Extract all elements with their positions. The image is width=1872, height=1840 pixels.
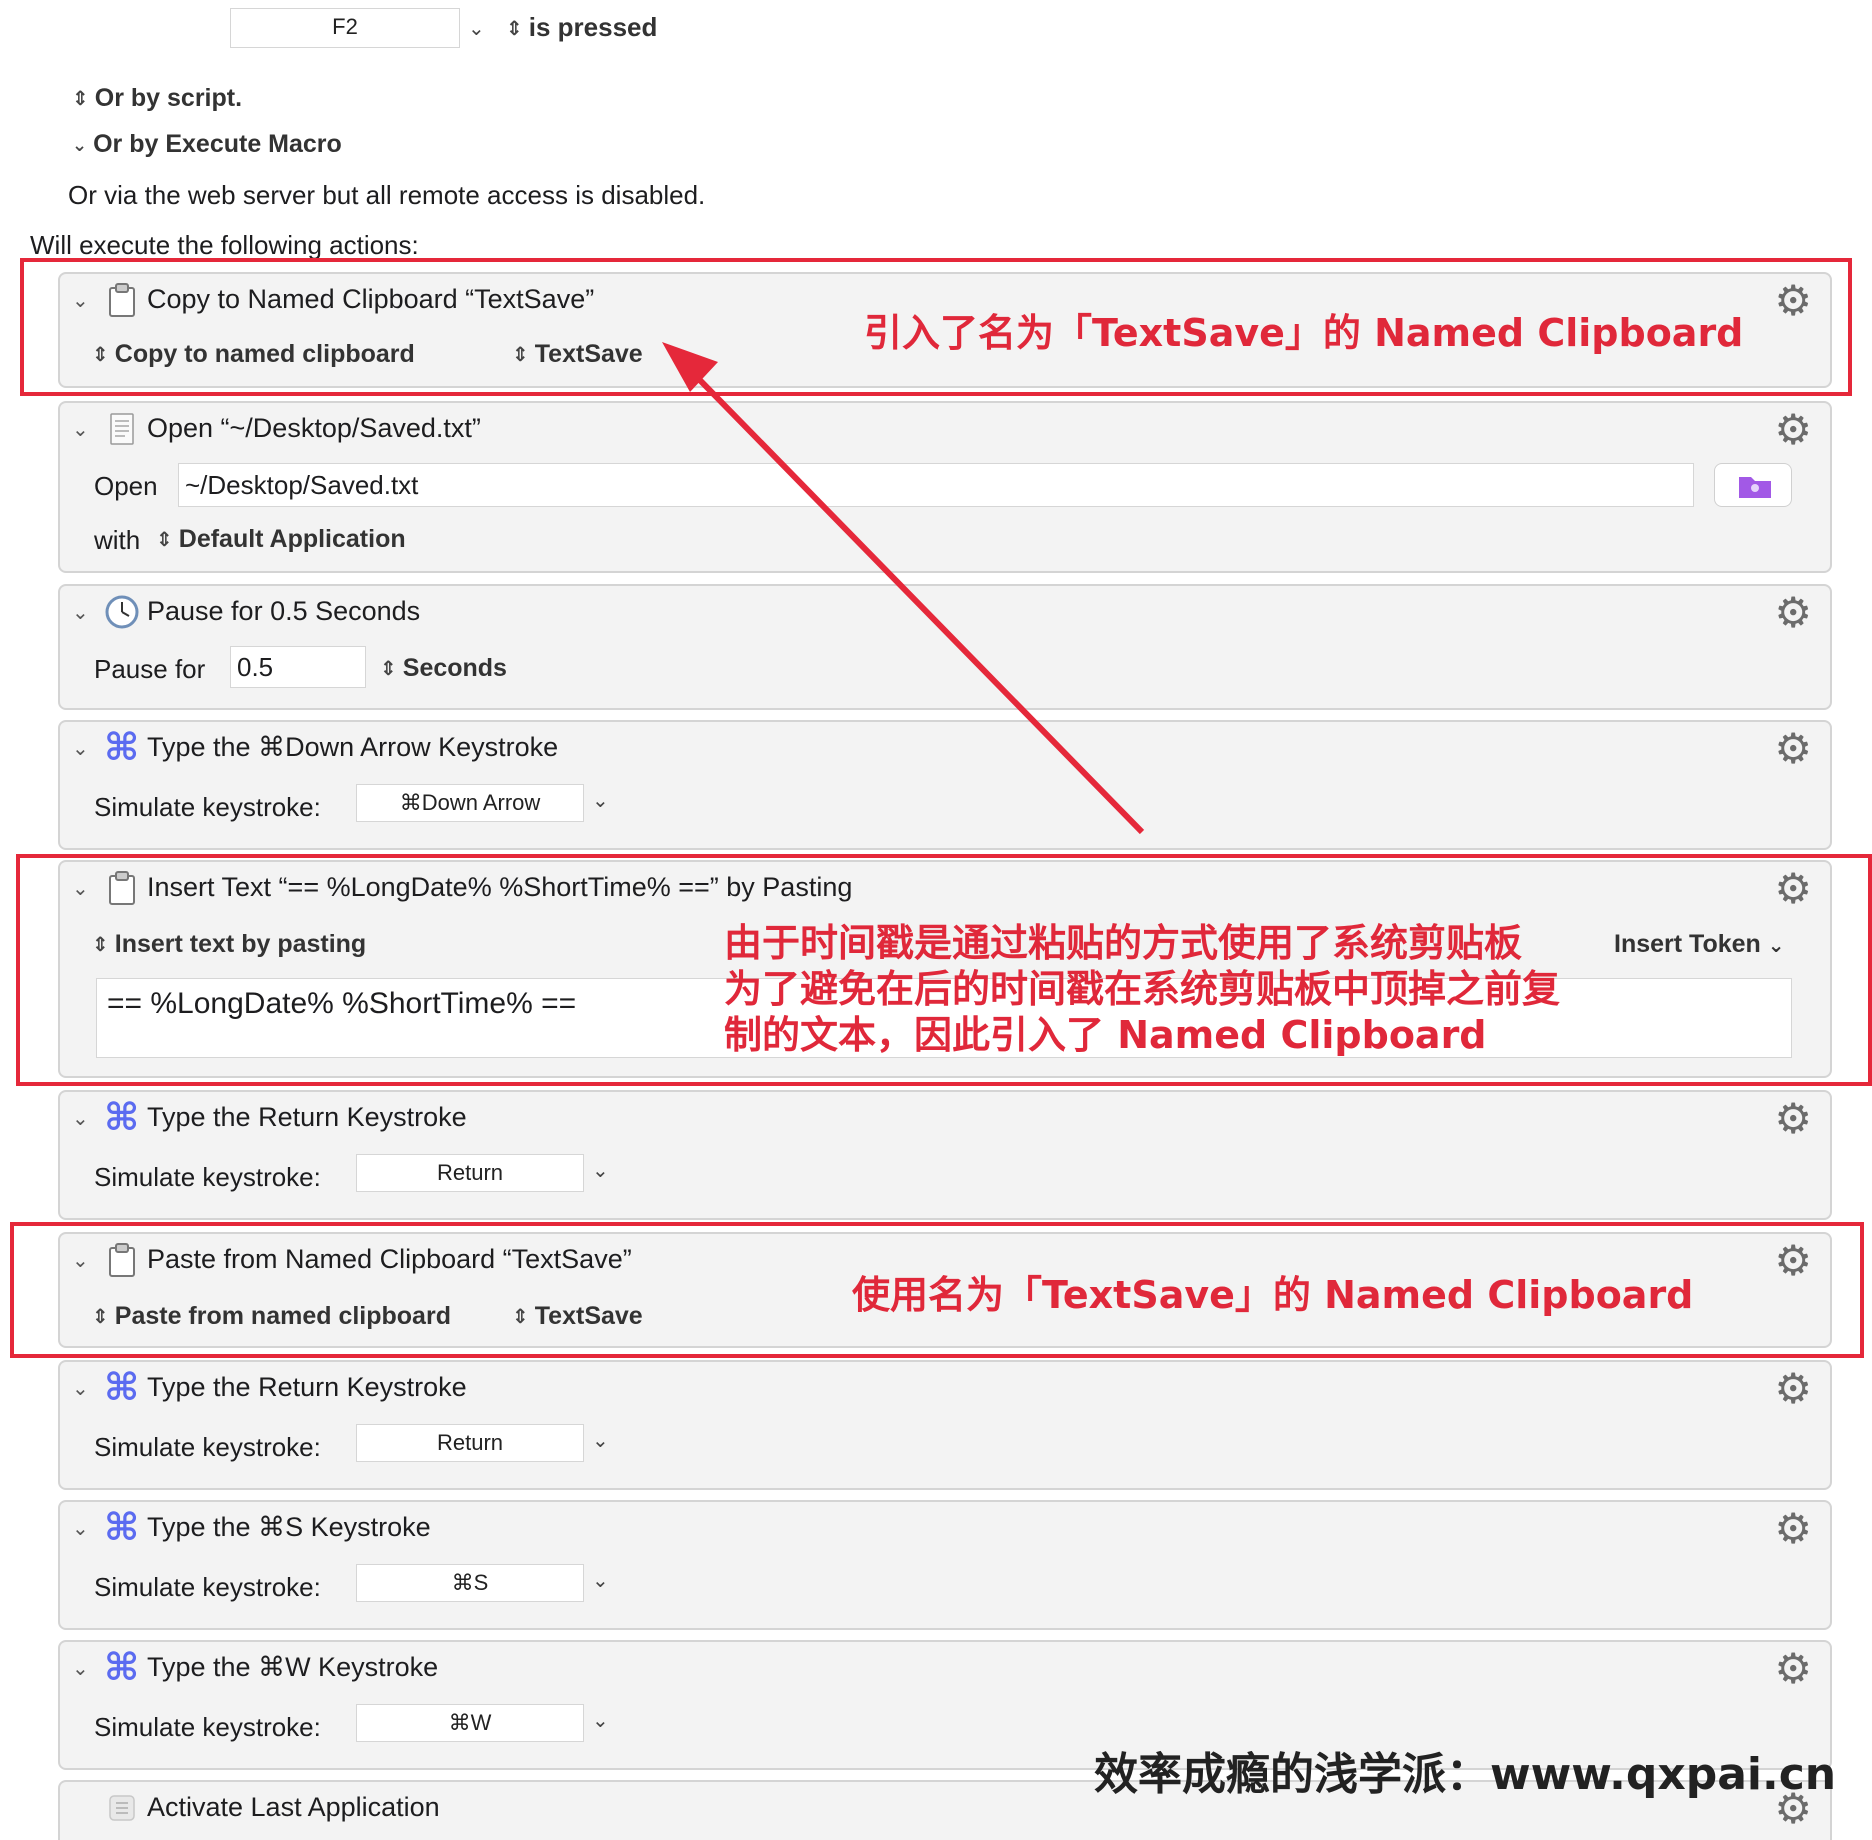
annotation-paste-note: 使用名为「TextSave」的 Named Clipboard <box>852 1273 1694 1317</box>
watermark-footer: 效率成瘾的浅学派：www.qxpai.cn <box>1094 1749 1837 1800</box>
annotation-copy-note: 引入了名为「TextSave」的 Named Clipboard <box>864 311 1744 355</box>
annotation-insert-note-line3: 制的文本，因此引入了 Named Clipboard <box>724 1013 1487 1057</box>
